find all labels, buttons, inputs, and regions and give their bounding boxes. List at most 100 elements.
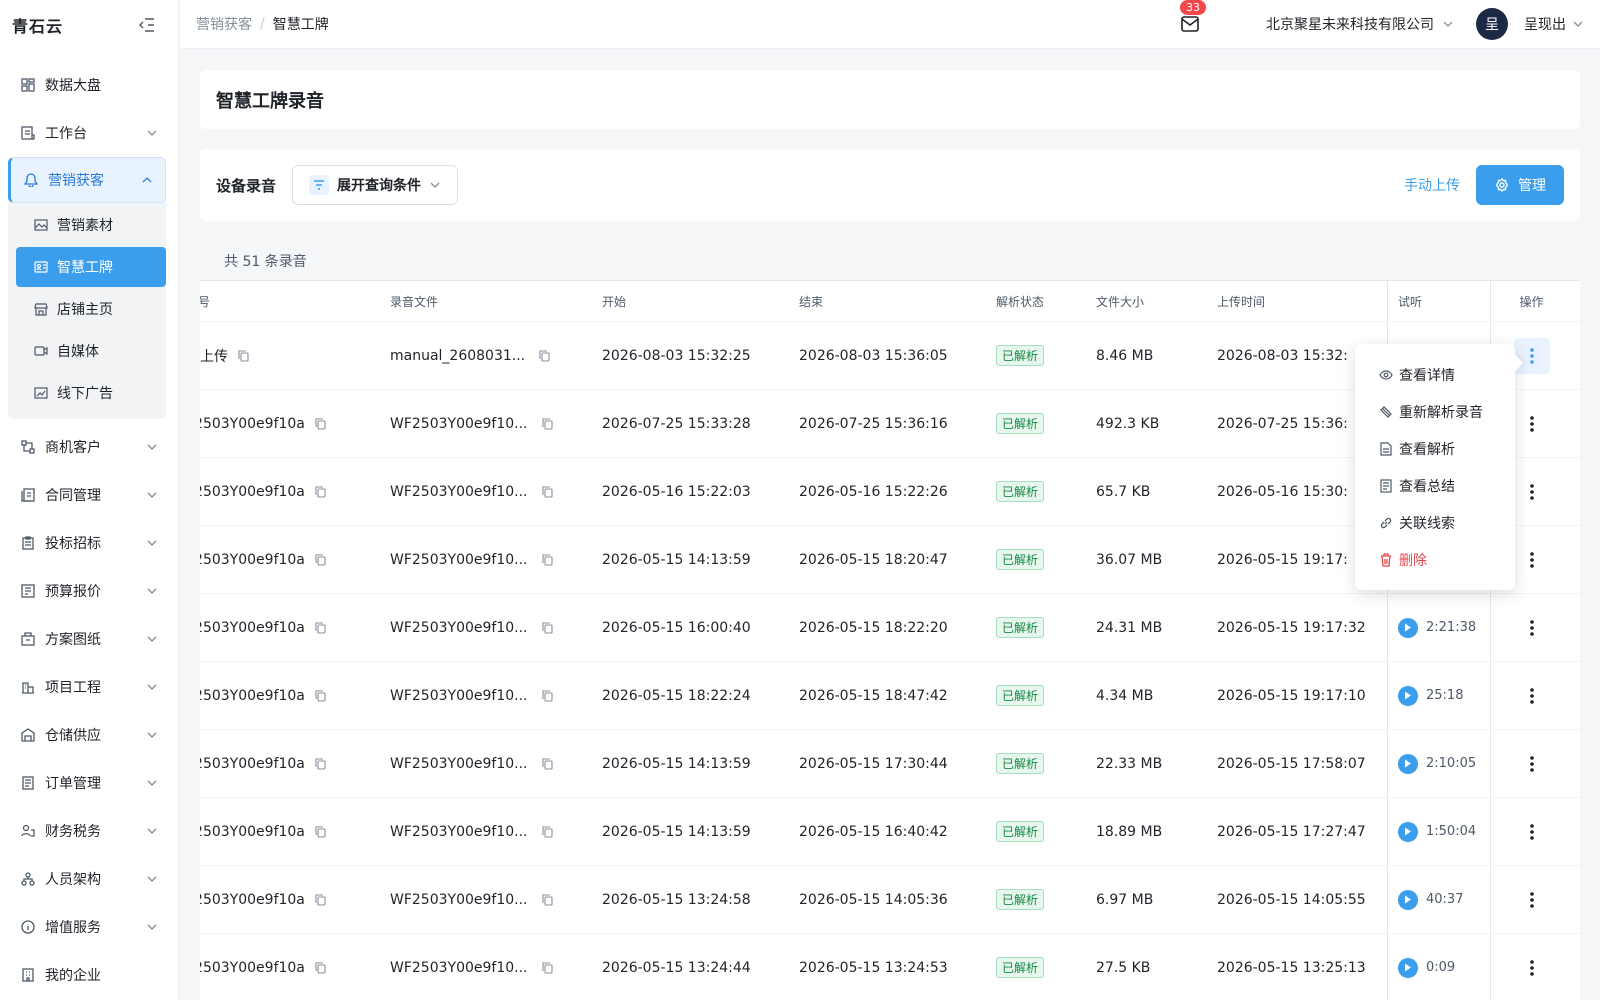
copy-icon[interactable] (315, 417, 327, 430)
sidebar-item-services[interactable]: 增值服务 (0, 903, 178, 951)
copy-icon[interactable] (541, 757, 554, 770)
sidebar-item-contracts[interactable]: 合同管理 (0, 471, 178, 519)
enterprise-icon (20, 967, 36, 983)
collapse-sidebar-icon[interactable] (138, 16, 156, 34)
menu-view-parse[interactable]: 查看解析 (1355, 430, 1515, 467)
company-selector[interactable]: 北京聚星未来科技有限公司 (1266, 14, 1434, 34)
copy-icon[interactable] (315, 485, 327, 498)
menu-reparse[interactable]: 重新解析录音 (1355, 393, 1515, 430)
more-actions-icon[interactable] (1514, 406, 1550, 442)
chevron-down-icon[interactable] (1442, 18, 1454, 30)
manage-button[interactable]: 管理 (1476, 165, 1564, 205)
menu-view-summary[interactable]: 查看总结 (1355, 467, 1515, 504)
cell-status: 已解析 (996, 322, 1096, 389)
filter-icon (309, 175, 330, 195)
copy-icon[interactable] (541, 621, 554, 634)
menu-view-details[interactable]: 查看详情 (1355, 356, 1515, 393)
cell-start: 2026-05-15 13:24:58 (602, 891, 751, 908)
copy-icon[interactable] (315, 553, 327, 566)
copy-icon[interactable] (541, 417, 554, 430)
sidebar-subitem-badge[interactable]: 智慧工牌 (16, 247, 166, 287)
copy-icon[interactable] (315, 621, 327, 634)
sidebar-subitem-label: 智慧工牌 (57, 260, 113, 276)
chevron-down-icon[interactable] (1572, 18, 1584, 30)
sidebar-item-label: 投标招标 (45, 536, 101, 552)
brand-name: 青石云 (12, 16, 64, 36)
more-actions-icon[interactable] (1514, 746, 1550, 782)
sidebar-subitem-offline-ads[interactable]: 线下广告 (16, 373, 166, 413)
table-row[interactable]: F2503Y00e9f10a WF2503Y00e9f10... 2026-05-1… (200, 797, 1580, 865)
play-icon[interactable] (1398, 753, 1418, 774)
play-icon[interactable] (1398, 889, 1418, 910)
table-row[interactable]: F2503Y00e9f10a WF2503Y00e9f10... 2026-05-1… (200, 933, 1580, 1000)
copy-icon[interactable] (315, 689, 327, 702)
sidebar-subitem-materials[interactable]: 营销素材 (16, 205, 166, 245)
more-actions-icon[interactable] (1514, 950, 1550, 986)
sidebar-item-dashboard[interactable]: 数据大盘 (0, 61, 178, 109)
more-actions-icon[interactable] (1514, 474, 1550, 510)
sidebar-item-marketing[interactable]: 营销获客 (8, 157, 166, 203)
more-actions-icon[interactable] (1514, 610, 1550, 646)
table-row[interactable]: F2503Y00e9f10a WF2503Y00e9f10... 2026-05-1… (200, 661, 1580, 729)
more-actions-icon[interactable] (1514, 542, 1550, 578)
table-row[interactable]: F2503Y00e9f10a WF2503Y00e9f10... 2026-05-1… (200, 593, 1580, 661)
manual-upload-button[interactable]: 手动上传 (1404, 175, 1460, 195)
device-no: 动上传 (200, 348, 228, 365)
status-badge: 已解析 (996, 481, 1045, 502)
sidebar-item-projects[interactable]: 项目工程 (0, 663, 178, 711)
cell-upload-time: 2026-05-15 14:05:55 (1217, 891, 1366, 908)
link-icon (1379, 516, 1393, 530)
menu-delete[interactable]: 删除 (1355, 541, 1515, 578)
table-row[interactable]: F2503Y00e9f10a WF2503Y00e9f10... 2026-05-1… (200, 865, 1580, 933)
cell-status: 已解析 (996, 866, 1096, 933)
reparse-icon (1379, 405, 1393, 419)
sidebar-item-bids[interactable]: 投标招标 (0, 519, 178, 567)
more-actions-icon[interactable] (1514, 814, 1550, 850)
cell-size: 65.7 KB (1096, 483, 1151, 500)
col-header-listen: 试听 (1387, 281, 1490, 321)
sidebar-item-blueprints[interactable]: 方案图纸 (0, 615, 178, 663)
file-name: WF2503Y00e9f10... (390, 959, 528, 976)
copy-icon[interactable] (541, 961, 554, 974)
sidebar-item-label: 商机客户 (45, 440, 101, 456)
sidebar-item-warehouse[interactable]: 仓储供应 (0, 711, 178, 759)
duration: 25:18 (1426, 688, 1464, 703)
copy-icon[interactable] (541, 689, 554, 702)
breadcrumb-item[interactable]: 营销获客 (196, 14, 252, 34)
expand-filter-button[interactable]: 展开查询条件 (292, 165, 459, 205)
cell-device-no: F2503Y00e9f10a (200, 390, 386, 457)
copy-icon[interactable] (539, 349, 551, 362)
copy-icon[interactable] (315, 961, 327, 974)
sidebar-subitem-store[interactable]: 店铺主页 (16, 289, 166, 329)
copy-icon[interactable] (541, 553, 554, 566)
sidebar-item-org[interactable]: 人员架构 (0, 855, 178, 903)
sidebar-item-finance[interactable]: 财务税务 (0, 807, 178, 855)
sidebar-item-label: 工作台 (45, 126, 87, 142)
copy-icon[interactable] (541, 485, 554, 498)
copy-icon[interactable] (238, 349, 250, 362)
menu-link-lead[interactable]: 关联线索 (1355, 504, 1515, 541)
copy-icon[interactable] (315, 893, 327, 906)
sidebar-item-workbench[interactable]: 工作台 (0, 109, 178, 157)
play-icon[interactable] (1398, 821, 1418, 842)
more-actions-icon[interactable] (1514, 882, 1550, 918)
play-icon[interactable] (1398, 957, 1418, 978)
sidebar-item-enterprise[interactable]: 我的企业 (0, 951, 178, 999)
copy-icon[interactable] (541, 893, 554, 906)
more-actions-icon[interactable] (1514, 678, 1550, 714)
play-icon[interactable] (1398, 617, 1418, 638)
copy-icon[interactable] (315, 757, 327, 770)
table-row[interactable]: F2503Y00e9f10a WF2503Y00e9f10... 2026-05-1… (200, 729, 1580, 797)
mail-button[interactable]: 33 (1178, 0, 1206, 36)
play-icon[interactable] (1398, 685, 1418, 706)
copy-icon[interactable] (541, 825, 554, 838)
sidebar-subitem-media[interactable]: 自媒体 (16, 331, 166, 371)
copy-icon[interactable] (315, 825, 327, 838)
sidebar-item-budget[interactable]: 预算报价 (0, 567, 178, 615)
more-actions-icon[interactable] (1513, 337, 1550, 374)
sidebar-item-orders[interactable]: 订单管理 (0, 759, 178, 807)
cell-end: 2026-08-03 15:36:05 (799, 347, 948, 364)
avatar[interactable]: 呈 (1476, 8, 1508, 40)
sidebar-item-customers[interactable]: 商机客户 (0, 423, 178, 471)
user-menu[interactable]: 呈现出 (1524, 14, 1566, 34)
